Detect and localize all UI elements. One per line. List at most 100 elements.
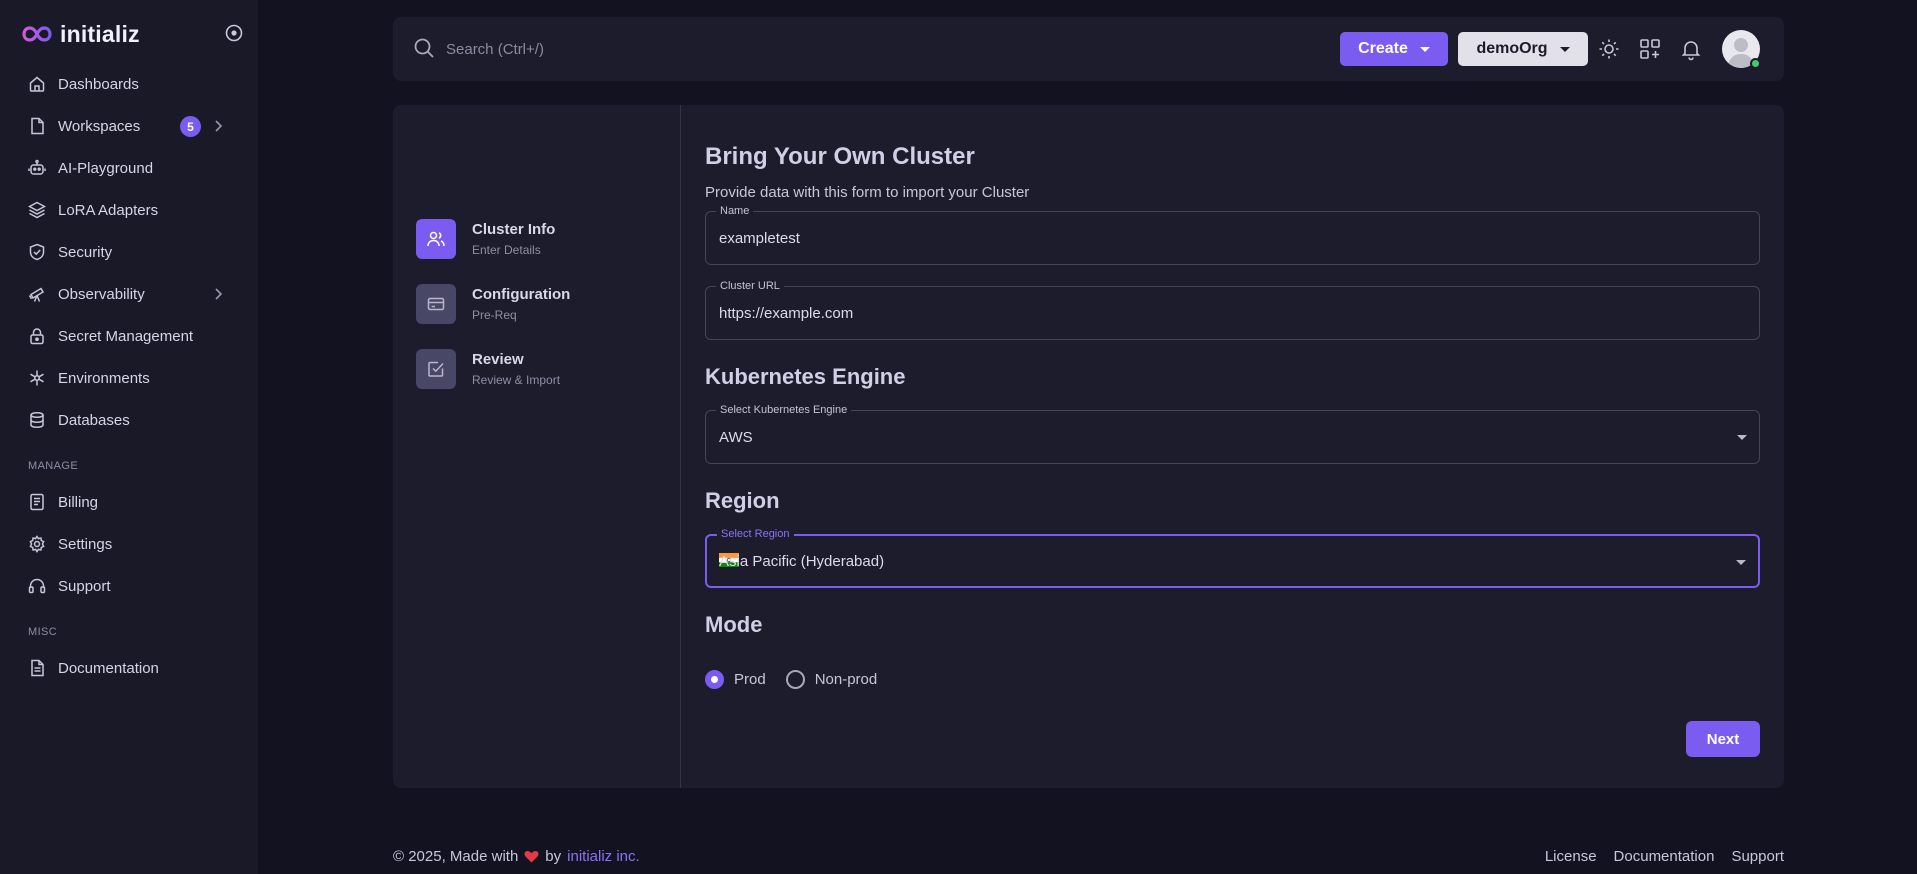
layers-icon: [28, 201, 46, 219]
sidebar-item-lora-adapters[interactable]: LoRA Adapters: [18, 193, 240, 227]
sidebar-item-label: Billing: [58, 493, 99, 511]
cluster-url-field-value: https://example.com: [719, 305, 854, 322]
card-icon: [416, 284, 456, 324]
name-field-value: exampletest: [719, 230, 800, 247]
sidebar-item-label: Secret Management: [58, 327, 194, 345]
step-subtitle: Review & Import: [472, 373, 561, 387]
footer-link-license[interactable]: License: [1545, 848, 1597, 865]
region-select[interactable]: Select Region Asia Pacific (Hyderabad): [705, 528, 1760, 588]
mode-radio-non-prod[interactable]: Non-prod: [785, 670, 878, 689]
brand-logo[interactable]: initializ: [22, 20, 140, 48]
stepper-divider: [680, 105, 681, 788]
org-switcher-label: demoOrg: [1476, 40, 1548, 57]
search-icon[interactable]: [413, 37, 435, 59]
sidebar-item-label: Dashboards: [58, 75, 139, 93]
footer-link-documentation[interactable]: Documentation: [1614, 848, 1715, 865]
form-subtitle: Provide data with this form to import yo…: [705, 184, 1030, 201]
heart-icon: [524, 851, 539, 863]
sidebar-item-support[interactable]: Support: [18, 569, 240, 603]
radio-checked-icon: [705, 670, 724, 689]
caret-down-icon: [1559, 46, 1570, 52]
sidebar-item-documentation[interactable]: Documentation: [18, 651, 240, 685]
section-title-misc: MISC: [28, 626, 58, 638]
kubernetes-engine-select[interactable]: Select Kubernetes Engine AWS: [705, 404, 1760, 464]
sidebar-item-label: Environments: [58, 369, 150, 387]
copyright-text: © 2025, Made with: [393, 848, 519, 865]
sidebar-item-settings[interactable]: Settings: [18, 527, 240, 561]
sidebar-item-label: Workspaces: [58, 117, 141, 135]
workspaces-count-badge: 5: [180, 116, 201, 137]
radio-label: Non-prod: [814, 671, 878, 688]
top-bar: Create demoOrg: [393, 17, 1784, 81]
sidebar-item-ai-playground[interactable]: AI-Playground: [18, 151, 240, 185]
section-title-manage: MANAGE: [28, 460, 79, 472]
form-title: Bring Your Own Cluster: [705, 143, 975, 170]
step-title: Configuration: [472, 286, 571, 303]
radio-label: Prod: [734, 671, 766, 688]
home-icon: [28, 75, 46, 93]
name-field-label: Name: [716, 205, 754, 217]
sidebar-item-label: Databases: [58, 411, 130, 429]
sidebar-item-label: Settings: [58, 535, 113, 553]
footer-links: License Documentation Support: [1545, 848, 1784, 865]
region-select-label: Select Region: [717, 528, 794, 540]
lock-icon: [28, 327, 46, 345]
chevron-right-icon: [210, 286, 226, 302]
company-link[interactable]: initializ inc.: [567, 848, 640, 865]
step-title: Cluster Info: [472, 221, 556, 238]
sidebar-item-environments[interactable]: Environments: [18, 361, 240, 395]
sidebar: initializ Dashboards Workspaces 5 AI-Pla…: [0, 0, 258, 874]
document-icon: [28, 659, 46, 677]
search-input[interactable]: [446, 35, 846, 63]
shield-icon: [28, 243, 46, 261]
name-field[interactable]: Name exampletest: [705, 205, 1760, 265]
org-switcher-button[interactable]: demoOrg: [1458, 32, 1588, 66]
apps-grid-icon[interactable]: [1638, 37, 1662, 61]
sidebar-item-databases[interactable]: Databases: [18, 403, 240, 437]
caret-down-icon: [1737, 435, 1747, 440]
create-button-label: Create: [1358, 40, 1408, 57]
headset-icon: [28, 577, 46, 595]
robot-icon: [28, 159, 46, 177]
kubernetes-engine-select-label: Select Kubernetes Engine: [716, 404, 852, 416]
footer-link-support[interactable]: Support: [1731, 848, 1784, 865]
region-heading: Region: [705, 488, 780, 513]
by-text: by: [545, 848, 562, 865]
brand-name: initializ: [60, 20, 140, 47]
database-icon: [28, 411, 46, 429]
create-button[interactable]: Create: [1340, 32, 1448, 66]
snowflake-icon: [28, 369, 46, 387]
telescope-icon: [28, 285, 46, 303]
sidebar-item-secret-management[interactable]: Secret Management: [18, 319, 240, 353]
kubernetes-engine-select-value: AWS: [719, 429, 753, 446]
cluster-url-field[interactable]: Cluster URL https://example.com: [705, 280, 1760, 340]
mode-radio-prod[interactable]: Prod: [705, 670, 766, 689]
infinity-logo-icon: [22, 26, 52, 42]
sidebar-item-label: Support: [58, 577, 111, 595]
cluster-url-field-label: Cluster URL: [716, 280, 784, 292]
sidebar-pin-icon[interactable]: [224, 23, 244, 43]
gear-icon: [28, 535, 46, 553]
region-select-value: Asia Pacific (Hyderabad): [719, 553, 885, 570]
sidebar-item-security[interactable]: Security: [18, 235, 240, 269]
sidebar-item-label: Security: [58, 243, 113, 261]
sidebar-item-workspaces[interactable]: Workspaces 5: [18, 109, 240, 143]
sidebar-item-observability[interactable]: Observability: [18, 277, 240, 311]
sidebar-item-label: AI-Playground: [58, 159, 154, 177]
bell-icon[interactable]: [1679, 37, 1703, 61]
sidebar-item-billing[interactable]: Billing: [18, 485, 240, 519]
step-subtitle: Enter Details: [472, 243, 541, 257]
next-button[interactable]: Next: [1686, 721, 1760, 757]
step-title: Review: [472, 351, 524, 368]
step-subtitle: Pre-Req: [472, 308, 517, 322]
footer-copyright: © 2025, Made with by initializ inc.: [393, 848, 640, 865]
online-status-dot: [1750, 58, 1761, 69]
mode-radio-group: Prod Non-prod: [705, 670, 877, 689]
sun-icon[interactable]: [1597, 37, 1621, 61]
sidebar-item-label: LoRA Adapters: [58, 201, 159, 219]
caret-down-icon: [1736, 560, 1746, 565]
mode-heading: Mode: [705, 612, 763, 637]
sidebar-item-dashboards[interactable]: Dashboards: [18, 67, 240, 101]
sidebar-item-label: Documentation: [58, 659, 159, 677]
sidebar-item-label: Observability: [58, 285, 145, 303]
